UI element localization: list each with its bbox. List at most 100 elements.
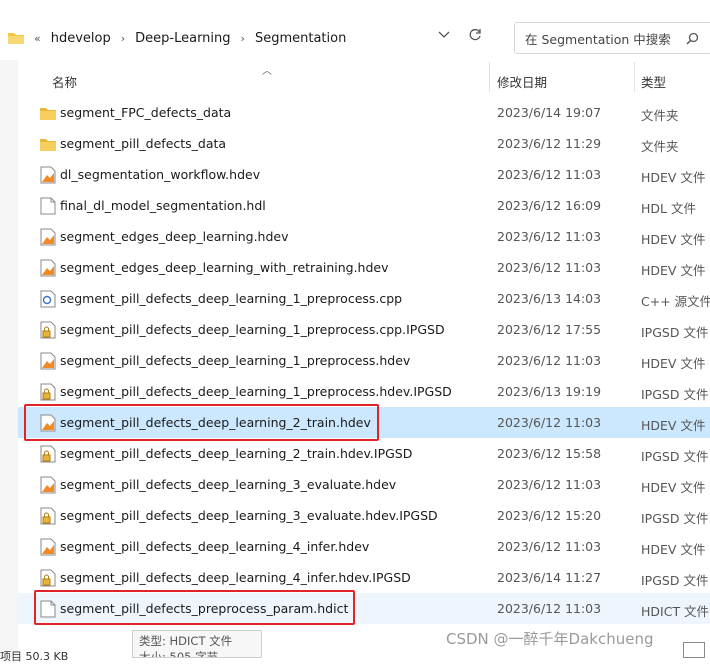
address-bar[interactable]: « hdevelop › Deep-Learning › Segmentatio… <box>0 22 505 54</box>
file-type: HDEV 文件 <box>641 480 706 495</box>
file-row[interactable]: segment_pill_defects_data 2023/6/12 11:29… <box>18 128 710 159</box>
file-icon <box>40 197 56 215</box>
file-date: 2023/6/12 11:03 <box>497 260 602 275</box>
file-date: 2023/6/12 11:03 <box>497 353 602 368</box>
file-name[interactable]: segment_pill_defects_deep_learning_4_inf… <box>60 539 369 554</box>
file-row[interactable]: segment_pill_defects_deep_learning_1_pre… <box>18 283 710 314</box>
cpp-file-icon <box>40 290 56 308</box>
file-row[interactable]: segment_pill_defects_deep_learning_3_eva… <box>18 500 710 531</box>
file-name[interactable]: segment_pill_defects_deep_learning_1_pre… <box>60 384 452 399</box>
file-row[interactable]: segment_pill_defects_deep_learning_1_pre… <box>18 345 710 376</box>
status-bar-text: 项目 50.3 KB <box>0 650 69 663</box>
file-date: 2023/6/12 11:03 <box>497 539 602 554</box>
search-input[interactable]: 在 Segmentation 中搜索 <box>525 29 686 48</box>
chevron-right-icon: › <box>240 31 245 45</box>
file-date: 2023/6/13 19:19 <box>497 384 602 399</box>
file-date: 2023/6/12 16:09 <box>497 198 602 213</box>
column-divider[interactable] <box>634 62 635 92</box>
file-name[interactable]: segment_edges_deep_learning.hdev <box>60 229 289 244</box>
file-type: IPGSD 文件 <box>641 449 709 464</box>
file-type: HDEV 文件 <box>641 232 706 247</box>
file-type: HDICT 文件 <box>641 604 710 619</box>
hdev-file-icon <box>40 259 56 277</box>
file-type: IPGSD 文件 <box>641 387 709 402</box>
column-name-header[interactable]: 名称 <box>52 72 77 91</box>
file-name[interactable]: segment_pill_defects_deep_learning_4_inf… <box>60 570 411 585</box>
highlight-box-train <box>24 404 379 441</box>
file-name[interactable]: segment_pill_defects_deep_learning_2_tra… <box>60 446 412 461</box>
file-row[interactable]: segment_pill_defects_deep_learning_1_pre… <box>18 376 710 407</box>
navigation-pane-edge[interactable] <box>0 60 18 658</box>
breadcrumb-hdevelop[interactable]: hdevelop <box>51 31 111 46</box>
file-name[interactable]: segment_pill_defects_deep_learning_1_pre… <box>60 353 410 368</box>
breadcrumb-overflow-icon[interactable]: « <box>34 32 41 45</box>
chevron-down-icon[interactable] <box>438 31 450 39</box>
breadcrumb-segmentation[interactable]: Segmentation <box>255 31 346 46</box>
hdev-file-icon <box>40 166 56 184</box>
file-name[interactable]: segment_edges_deep_learning_with_retrain… <box>60 260 389 275</box>
sort-ascending-icon: ︿ <box>262 66 272 77</box>
file-date: 2023/6/12 15:58 <box>497 446 602 461</box>
file-row[interactable]: segment_pill_defects_deep_learning_4_inf… <box>18 531 710 562</box>
locked-file-icon <box>40 321 56 339</box>
address-toolbar: « hdevelop › Deep-Learning › Segmentatio… <box>0 0 710 60</box>
column-divider[interactable] <box>489 62 490 92</box>
file-row[interactable]: segment_edges_deep_learning_with_retrain… <box>18 252 710 283</box>
tooltip-size: 大小: 505 字节 <box>139 650 219 658</box>
hdev-file-icon <box>40 228 56 246</box>
file-row[interactable]: final_dl_model_segmentation.hdl 2023/6/12… <box>18 190 710 221</box>
file-date: 2023/6/12 11:03 <box>497 477 602 492</box>
file-date: 2023/6/13 14:03 <box>497 291 602 306</box>
locked-file-icon <box>40 507 56 525</box>
file-row[interactable]: segment_pill_defects_deep_learning_1_pre… <box>18 314 710 345</box>
file-type: IPGSD 文件 <box>641 325 709 340</box>
column-type-header[interactable]: 类型 <box>641 72 666 91</box>
file-date: 2023/6/12 11:03 <box>497 167 602 182</box>
search-icon[interactable] <box>686 32 699 45</box>
file-type: HDEV 文件 <box>641 356 706 371</box>
file-type: HDEV 文件 <box>641 170 706 185</box>
watermark: CSDN @一醉千年Dakchueng <box>446 630 654 648</box>
chevron-right-icon: › <box>120 31 126 45</box>
file-name[interactable]: segment_pill_defects_deep_learning_1_pre… <box>60 322 445 337</box>
file-name[interactable]: dl_segmentation_workflow.hdev <box>60 167 260 182</box>
file-type: HDEV 文件 <box>641 263 706 278</box>
file-name[interactable]: segment_pill_defects_deep_learning_3_eva… <box>60 477 396 492</box>
search-box[interactable]: 在 Segmentation 中搜索 <box>514 22 710 54</box>
file-type: HDL 文件 <box>641 201 696 216</box>
file-type: IPGSD 文件 <box>641 573 709 588</box>
file-row[interactable]: dl_segmentation_workflow.hdev 2023/6/12 1… <box>18 159 710 190</box>
file-tooltip: 类型: HDICT 文件 大小: 505 字节 <box>132 630 262 658</box>
highlight-box-param <box>34 590 355 625</box>
locked-file-icon <box>40 569 56 587</box>
refresh-icon[interactable] <box>468 28 482 42</box>
file-name[interactable]: final_dl_model_segmentation.hdl <box>60 198 266 213</box>
file-type: HDEV 文件 <box>641 542 706 557</box>
file-type: 文件夹 <box>641 108 679 123</box>
file-row[interactable]: segment_FPC_defects_data 2023/6/14 19:07 文… <box>18 97 710 128</box>
file-name[interactable]: segment_FPC_defects_data <box>60 105 231 120</box>
file-row[interactable]: segment_pill_defects_deep_learning_2_tra… <box>18 438 710 469</box>
file-date: 2023/6/12 15:20 <box>497 508 602 523</box>
details-view-icon[interactable] <box>683 642 705 658</box>
file-date: 2023/6/14 11:27 <box>497 570 602 585</box>
file-row[interactable]: segment_edges_deep_learning.hdev 2023/6/1… <box>18 221 710 252</box>
file-row[interactable]: segment_pill_defects_deep_learning_4_inf… <box>18 562 710 593</box>
file-name[interactable]: segment_pill_defects_deep_learning_1_pre… <box>60 291 402 306</box>
folder-icon <box>40 104 56 122</box>
hdev-file-icon <box>40 476 56 494</box>
hdev-file-icon <box>40 352 56 370</box>
file-type: HDEV 文件 <box>641 418 706 433</box>
column-date-header[interactable]: 修改日期 <box>497 72 547 91</box>
file-type: C++ 源文件 <box>641 294 710 309</box>
file-name[interactable]: segment_pill_defects_deep_learning_3_eva… <box>60 508 438 523</box>
locked-file-icon <box>40 383 56 401</box>
file-name[interactable]: segment_pill_defects_data <box>60 136 226 151</box>
folder-icon <box>40 135 56 153</box>
tooltip-type: 类型: HDICT 文件 <box>139 634 233 648</box>
breadcrumb-deep-learning[interactable]: Deep-Learning <box>135 31 230 46</box>
locked-file-icon <box>40 445 56 463</box>
hdev-file-icon <box>40 538 56 556</box>
file-row[interactable]: segment_pill_defects_deep_learning_3_eva… <box>18 469 710 500</box>
file-type: 文件夹 <box>641 139 679 154</box>
